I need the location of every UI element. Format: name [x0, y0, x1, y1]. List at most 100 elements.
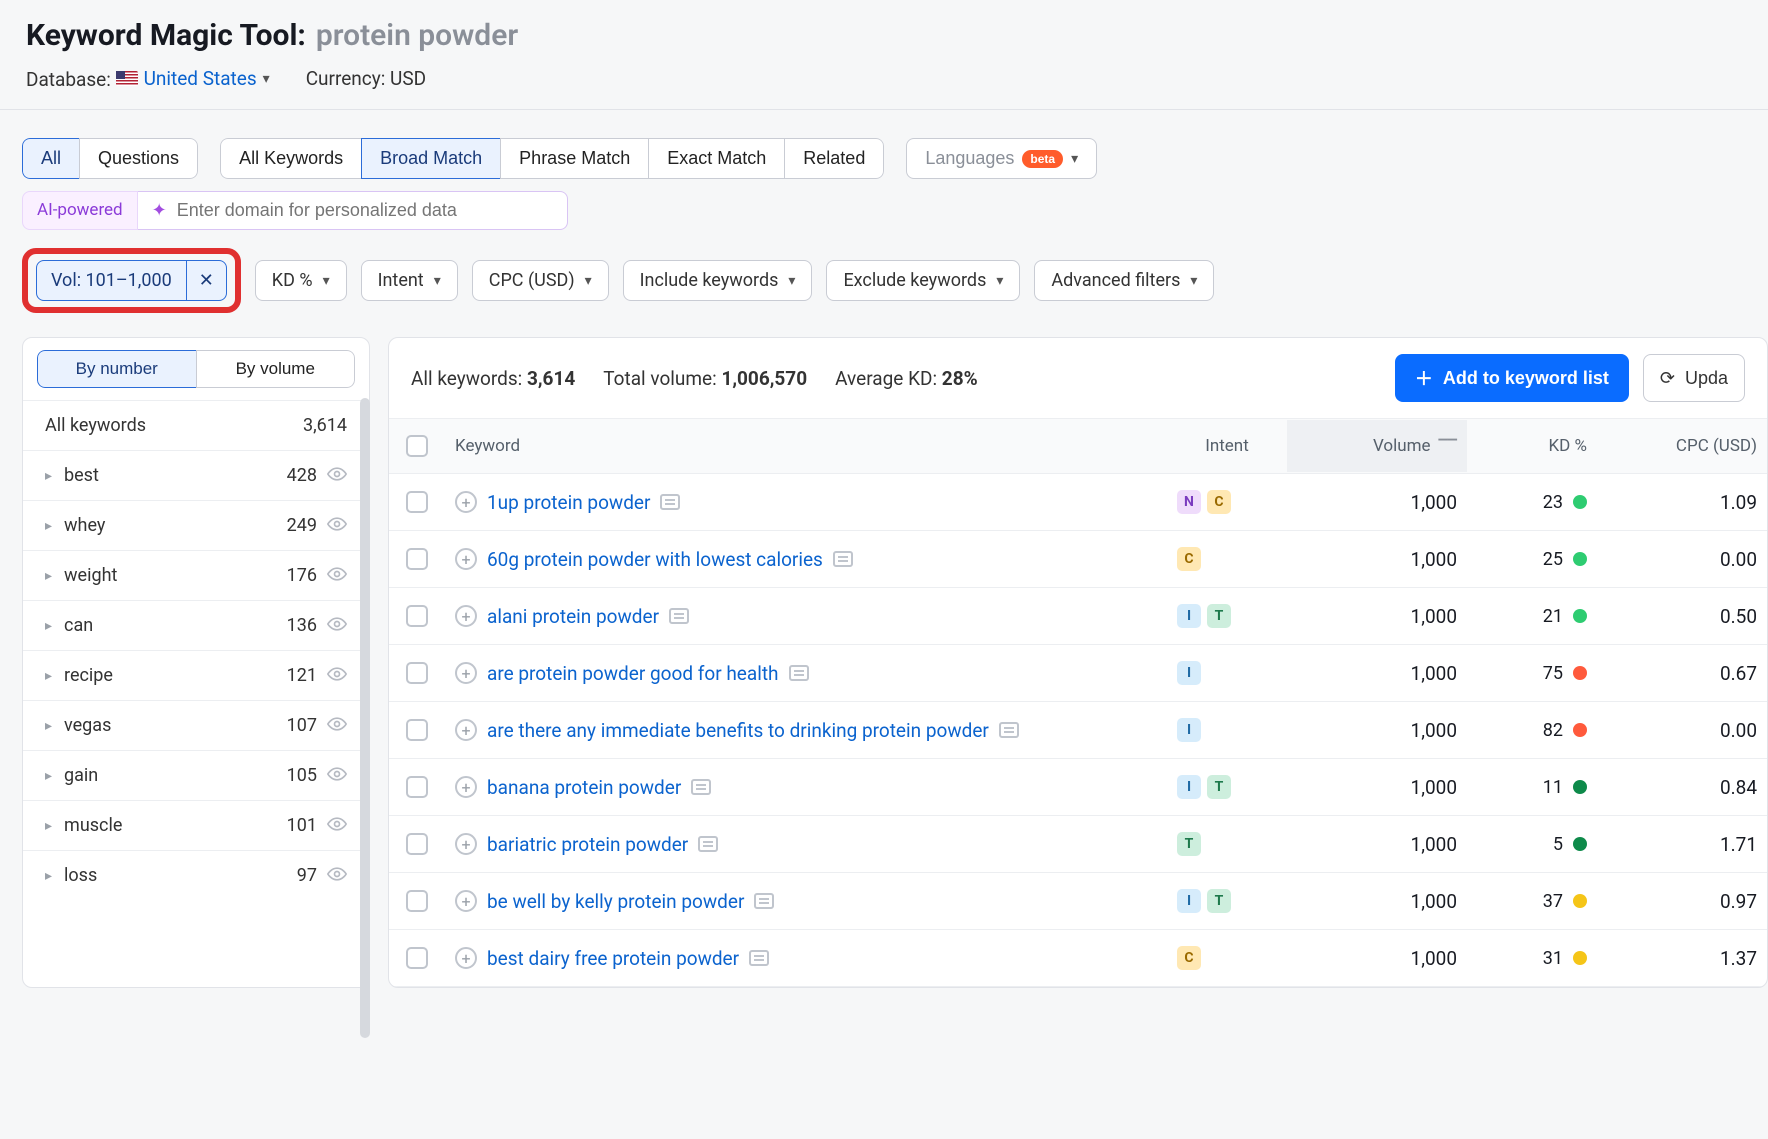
volume-cell: 1,000: [1287, 719, 1467, 742]
col-cpc[interactable]: CPC (USD): [1597, 420, 1767, 472]
col-volume[interactable]: Volume ▔▔: [1287, 420, 1467, 472]
add-keyword-icon[interactable]: +: [455, 890, 477, 912]
eye-icon[interactable]: [327, 515, 347, 536]
eye-icon[interactable]: [327, 465, 347, 486]
add-keyword-icon[interactable]: +: [455, 719, 477, 741]
add-keyword-icon[interactable]: +: [455, 833, 477, 855]
exclude-keywords-filter[interactable]: Exclude keywords ▾: [826, 260, 1020, 301]
sidebar-group-item[interactable]: ▸ can 136: [23, 600, 369, 650]
keyword-link[interactable]: alani protein powder: [487, 605, 659, 628]
serp-icon[interactable]: [691, 779, 711, 795]
cpc-filter[interactable]: CPC (USD)▾: [472, 260, 609, 301]
row-checkbox[interactable]: [406, 719, 428, 741]
serp-icon[interactable]: [669, 608, 689, 624]
row-checkbox[interactable]: [406, 947, 428, 969]
select-all-checkbox[interactable]: [406, 435, 428, 457]
chevron-down-icon: ▾: [996, 273, 1003, 289]
sidebar-group-item[interactable]: ▸ muscle 101: [23, 800, 369, 850]
eye-icon[interactable]: [327, 765, 347, 786]
add-keyword-icon[interactable]: +: [455, 947, 477, 969]
serp-icon[interactable]: [660, 494, 680, 510]
advanced-filters[interactable]: Advanced filters▾: [1034, 260, 1214, 301]
intent-badge-c: C: [1207, 490, 1231, 514]
serp-icon[interactable]: [789, 665, 809, 681]
eye-icon[interactable]: [327, 865, 347, 886]
tab-broad-match[interactable]: Broad Match: [361, 138, 500, 179]
tab-related[interactable]: Related: [784, 138, 884, 179]
table-row: + 1up protein powder NC 1,000 23 1.09: [389, 474, 1767, 531]
sidebar-tab-by-volume[interactable]: By volume: [196, 350, 356, 388]
intent-filter[interactable]: Intent▾: [361, 260, 458, 301]
database-selector[interactable]: United States ▾: [116, 67, 270, 90]
sidebar-group-item[interactable]: ▸ loss 97: [23, 850, 369, 900]
exclude-filter-label: Exclude keywords: [843, 270, 986, 291]
scrollbar-thumb[interactable]: [360, 398, 370, 1038]
kd-filter[interactable]: KD %▾: [255, 260, 347, 301]
sidebar-group-item[interactable]: ▸ gain 105: [23, 750, 369, 800]
keyword-link[interactable]: 1up protein powder: [487, 491, 650, 514]
row-checkbox[interactable]: [406, 662, 428, 684]
languages-dropdown[interactable]: Languages beta ▾: [906, 138, 1097, 179]
intent-cell: IT: [1167, 889, 1287, 913]
add-to-keyword-list-button[interactable]: ＋ Add to keyword list: [1395, 354, 1629, 402]
eye-icon[interactable]: [327, 665, 347, 686]
eye-icon[interactable]: [327, 615, 347, 636]
col-intent[interactable]: Intent: [1167, 420, 1287, 472]
keyword-link[interactable]: banana protein powder: [487, 776, 681, 799]
keyword-link[interactable]: be well by kelly protein powder: [487, 890, 744, 913]
add-keyword-icon[interactable]: +: [455, 548, 477, 570]
tab-questions[interactable]: Questions: [79, 138, 198, 179]
serp-icon[interactable]: [833, 551, 853, 567]
include-keywords-filter[interactable]: Include keywords▾: [623, 260, 813, 301]
row-checkbox[interactable]: [406, 776, 428, 798]
ai-domain-input[interactable]: [177, 200, 553, 221]
sidebar-group-item[interactable]: ▸ vegas 107: [23, 700, 369, 750]
keyword-link[interactable]: best dairy free protein powder: [487, 947, 739, 970]
sidebar-group-item[interactable]: ▸ whey 249: [23, 500, 369, 550]
eye-icon[interactable]: [327, 715, 347, 736]
intent-badge-n: N: [1177, 490, 1201, 514]
serp-icon[interactable]: [749, 950, 769, 966]
tab-all-keywords[interactable]: All Keywords: [220, 138, 361, 179]
eye-icon[interactable]: [327, 815, 347, 836]
add-keyword-icon[interactable]: +: [455, 662, 477, 684]
serp-icon[interactable]: [754, 893, 774, 909]
intent-badge-c: C: [1177, 946, 1201, 970]
keyword-link[interactable]: are there any immediate benefits to drin…: [487, 719, 989, 742]
volume-cell: 1,000: [1287, 548, 1467, 571]
row-checkbox[interactable]: [406, 491, 428, 513]
sidebar-tab-by-number[interactable]: By number: [37, 350, 196, 388]
sidebar-group-item[interactable]: ▸ weight 176: [23, 550, 369, 600]
row-checkbox[interactable]: [406, 605, 428, 627]
include-filter-label: Include keywords: [640, 270, 779, 291]
keyword-link[interactable]: bariatric protein powder: [487, 833, 688, 856]
sidebar-group-item[interactable]: ▸ best 428: [23, 450, 369, 500]
table-row: + be well by kelly protein powder IT 1,0…: [389, 873, 1767, 930]
tab-all[interactable]: All: [22, 138, 79, 179]
ai-domain-input-wrap[interactable]: ✦: [138, 191, 568, 230]
intent-cell: NC: [1167, 490, 1287, 514]
update-button[interactable]: ⟳ Upda: [1643, 354, 1745, 402]
volume-filter-label[interactable]: Vol: 101–1,000: [37, 261, 186, 300]
col-kd[interactable]: KD %: [1467, 420, 1597, 472]
serp-icon[interactable]: [698, 836, 718, 852]
row-checkbox[interactable]: [406, 548, 428, 570]
tab-exact-match[interactable]: Exact Match: [648, 138, 784, 179]
add-keyword-icon[interactable]: +: [455, 491, 477, 513]
add-keyword-icon[interactable]: +: [455, 776, 477, 798]
add-keyword-icon[interactable]: +: [455, 605, 477, 627]
col-keyword[interactable]: Keyword: [445, 420, 1167, 472]
serp-icon[interactable]: [999, 722, 1019, 738]
sidebar-all-keywords[interactable]: All keywords 3,614: [23, 400, 369, 450]
tab-phrase-match[interactable]: Phrase Match: [500, 138, 648, 179]
eye-icon[interactable]: [327, 565, 347, 586]
row-checkbox[interactable]: [406, 890, 428, 912]
keyword-link[interactable]: 60g protein powder with lowest calories: [487, 548, 823, 571]
row-checkbox[interactable]: [406, 833, 428, 855]
keyword-groups-sidebar: By number By volume All keywords 3,614 ▸…: [22, 337, 370, 988]
sidebar-group-item[interactable]: ▸ recipe 121: [23, 650, 369, 700]
volume-filter-clear[interactable]: ✕: [186, 261, 226, 300]
intent-badge-i: I: [1177, 718, 1201, 742]
table-row: + alani protein powder IT 1,000 21 0.50: [389, 588, 1767, 645]
keyword-link[interactable]: are protein powder good for health: [487, 662, 779, 685]
